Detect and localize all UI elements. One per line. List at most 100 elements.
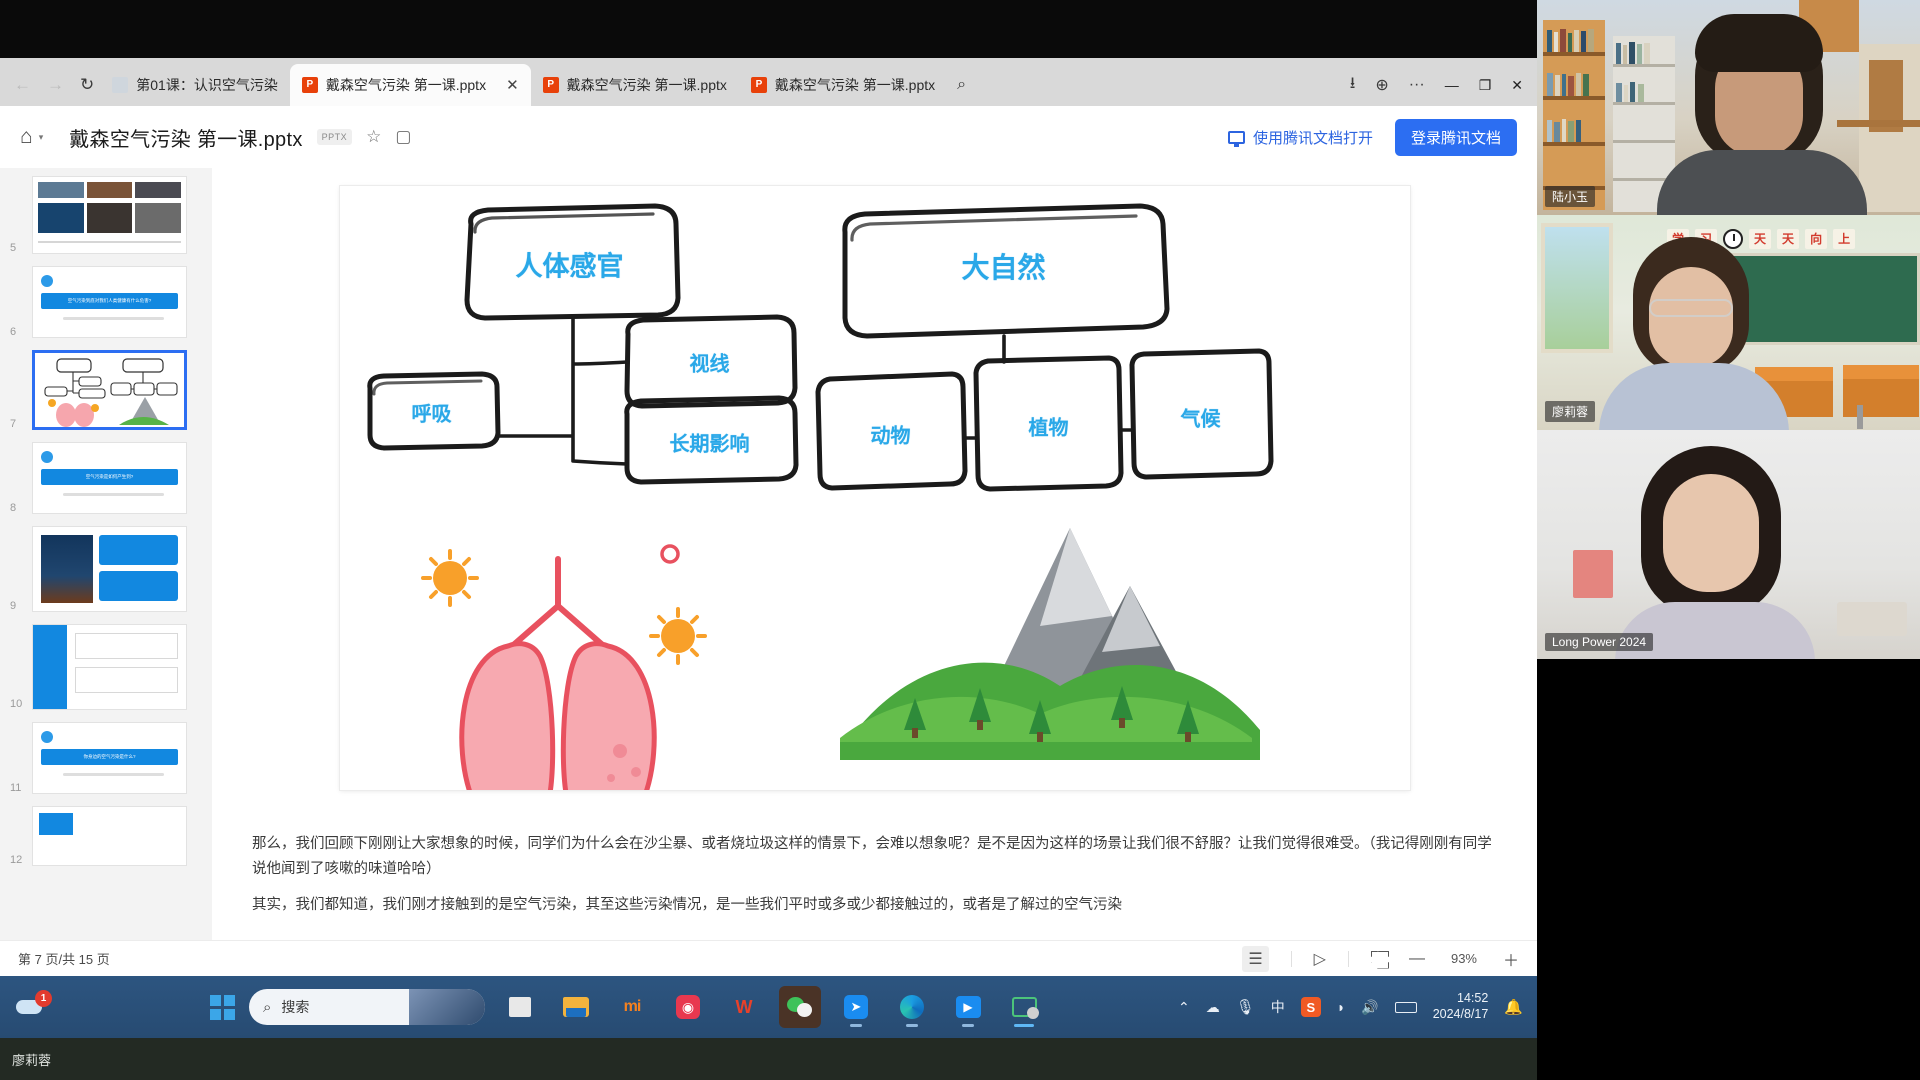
taskbar-app-wechat[interactable] <box>779 986 821 1028</box>
zoom-out-button[interactable]: — <box>1409 950 1425 968</box>
windows-taskbar[interactable]: 1 ⌕ 搜索 mi ◉ W ➤ ▶ ⌃ ☁ 🎙 中 S ◗ 🔊 14:52 20… <box>0 976 1537 1038</box>
slide-node-breathing: 呼吸 <box>411 403 452 426</box>
ime-icon[interactable]: 中 <box>1271 997 1285 1017</box>
taskbar-app-screen-share[interactable] <box>1003 986 1045 1028</box>
reload-icon[interactable]: ↻ <box>80 75 94 95</box>
thumbnail-preview[interactable] <box>32 526 187 612</box>
thumbnail-preview[interactable] <box>32 176 187 254</box>
video-tile-2[interactable]: 学习 天天向上 廖莉蓉 <box>1537 215 1920 430</box>
slide-node-long-term-effect: 长期影响 <box>669 433 750 456</box>
more-options-icon[interactable]: ··· <box>1409 76 1425 94</box>
close-tab-icon[interactable]: ✕ <box>506 76 519 94</box>
thumbnail-preview[interactable]: 空气污染是如何产生到? <box>32 442 187 514</box>
edge-icon <box>900 995 924 1019</box>
thumbnail-item[interactable]: 5 <box>10 176 202 254</box>
note-icon[interactable]: ▢ <box>395 127 411 147</box>
video-tile-3[interactable]: Long Power 2024 <box>1537 430 1920 659</box>
notes-paragraph-1: 那么，我们回顾下刚刚让大家想象的时候，同学们为什么会在沙尘暴、或者烧垃圾这样的情… <box>252 836 1492 878</box>
powerpoint-favicon-icon: P <box>750 77 767 93</box>
play-slideshow-icon[interactable]: ▷ <box>1314 949 1326 969</box>
video-participants-column: 陆小玉 学习 天天向上 <box>1537 0 1920 1080</box>
volume-icon[interactable]: 🔊 <box>1361 999 1378 1016</box>
thumbnail-number: 9 <box>10 600 17 612</box>
document-header: ⌂ ▾ 戴森空气污染 第一课.pptx PPTX ☆ ▢ 使用腾讯文档打开 登录… <box>0 106 1537 168</box>
taskbar-app-mi[interactable]: mi <box>611 986 653 1028</box>
powerpoint-favicon-icon: P <box>542 77 559 93</box>
slide-thumbnail-rail[interactable]: 5 6 空气污染到底对我们人类健康有什么危害? 7 8 空气污染是如何产生到? … <box>0 168 212 940</box>
taskbar-app-file-explorer[interactable] <box>555 986 597 1028</box>
thumbnail-item[interactable]: 9 <box>10 526 202 612</box>
wifi-icon[interactable]: ◗ <box>1337 999 1345 1015</box>
close-window-icon[interactable]: ✕ <box>1511 77 1523 94</box>
thumbnail-item[interactable]: 10 <box>10 624 202 710</box>
login-tencent-docs-button[interactable]: 登录腾讯文档 <box>1394 118 1517 156</box>
thumbnail-item-selected[interactable]: 7 <box>10 350 202 430</box>
cloud-icon[interactable]: ☁ <box>1206 999 1220 1016</box>
thumbnail-item[interactable]: 8 空气污染是如何产生到? <box>10 442 202 514</box>
pane-toggle-icon[interactable]: ☰ <box>1242 945 1269 972</box>
forward-arrow-icon[interactable]: → <box>47 75 64 95</box>
wechat-icon <box>787 995 813 1019</box>
slide-canvas-area[interactable]: 人体感官 视线 呼吸 长期影响 大自然 动物 植物 气候 <box>212 168 1537 818</box>
taskbar-app-edge[interactable] <box>891 986 933 1028</box>
back-arrow-icon[interactable]: ← <box>14 75 31 95</box>
microphone-icon[interactable]: 🎙 <box>1236 998 1255 1016</box>
search-placeholder: 搜索 <box>281 999 310 1015</box>
open-in-tencent-docs-button[interactable]: 使用腾讯文档打开 <box>1227 127 1373 148</box>
tab-search-icon[interactable]: ⌕ <box>957 76 966 94</box>
chevron-down-icon[interactable]: ▾ <box>39 132 44 143</box>
page-title: 戴森空气污染 第一课.pptx <box>69 128 303 151</box>
fit-screen-icon[interactable] <box>1371 951 1387 967</box>
wall-clock-icon <box>1723 229 1744 249</box>
thumbnail-preview[interactable]: 你身边的空气污染是什么? <box>32 722 187 794</box>
sogou-ime-icon[interactable]: S <box>1300 997 1321 1017</box>
thumbnail-preview[interactable]: 空气污染到底对我们人类健康有什么危害? <box>32 266 187 338</box>
tab-title: 戴森空气污染 第一课.pptx <box>325 77 487 93</box>
task-view-icon <box>509 997 531 1017</box>
taskbar-app-quick[interactable]: ➤ <box>835 986 877 1028</box>
participant-name-label: 陆小玉 <box>1545 186 1596 207</box>
taskbar-main[interactable]: ⌕ 搜索 mi ◉ W ➤ ▶ <box>210 986 1045 1028</box>
divider <box>1347 950 1349 967</box>
video-feed-classroom: 学习 天天向上 <box>1537 215 1920 430</box>
taskbar-weather-widget[interactable]: 1 <box>0 990 210 1020</box>
minimize-icon[interactable]: — <box>1445 77 1459 93</box>
taskbar-search-input[interactable]: ⌕ 搜索 <box>249 989 485 1025</box>
start-button-icon[interactable] <box>210 994 235 1020</box>
tray-expand-icon[interactable]: ⌃ <box>1178 999 1190 1016</box>
taskbar-app-task-view[interactable] <box>499 986 541 1028</box>
participant-name-label: 廖莉蓉 <box>1545 401 1596 422</box>
notification-bell-icon[interactable]: 🔔 <box>1504 998 1523 1016</box>
current-slide[interactable]: 人体感官 视线 呼吸 长期影响 大自然 动物 植物 气候 <box>339 186 1410 790</box>
thumbnail-number: 10 <box>10 698 23 710</box>
download-icon[interactable]: ⭳ <box>1350 72 1356 99</box>
browser-tab-4[interactable]: P 戴森空气污染 第一课.pptx <box>739 64 947 106</box>
home-icon[interactable]: ⌂ <box>20 125 33 149</box>
taskbar-clock[interactable]: 14:52 2024/8/17 <box>1433 991 1489 1022</box>
zoom-in-button[interactable]: ＋ <box>1503 947 1519 971</box>
thumbnail-number: 12 <box>10 854 23 866</box>
thumbnail-item[interactable]: 12 <box>10 806 202 866</box>
search-icon: ⌕ <box>263 998 272 1016</box>
thumbnail-item[interactable]: 11 你身边的空气污染是什么? <box>10 722 202 794</box>
taskbar-system-tray[interactable]: ⌃ ☁ 🎙 中 S ◗ 🔊 14:52 2024/8/17 🔔 <box>1178 991 1537 1022</box>
star-icon[interactable]: ☆ <box>366 127 381 147</box>
video-tile-1[interactable]: 陆小玉 <box>1537 0 1920 215</box>
thumbnail-preview[interactable] <box>32 624 187 710</box>
taskbar-app-netease-music[interactable]: ◉ <box>667 986 709 1028</box>
globe-icon[interactable]: ⊕ <box>1375 75 1388 95</box>
weather-icon[interactable]: 1 <box>16 990 52 1020</box>
thumbnail-preview[interactable] <box>32 350 187 430</box>
thumbnail-preview[interactable] <box>32 806 187 866</box>
browser-tabstrip[interactable]: ← → ↻ 第01课：认识空气污染 P 戴森空气污染 第一课.pptx ✕ P … <box>0 58 1537 106</box>
thumbnail-item[interactable]: 6 空气污染到底对我们人类健康有什么危害? <box>10 266 202 338</box>
taskbar-app-meeting[interactable]: ▶ <box>947 986 989 1028</box>
speaker-notes-pane[interactable]: 那么，我们回顾下刚刚让大家想象的时候，同学们为什么会在沙尘暴、或者烧垃圾这样的情… <box>212 818 1537 940</box>
browser-tab-2[interactable]: P 戴森空气污染 第一课.pptx ✕ <box>289 64 531 106</box>
taskbar-app-wps[interactable]: W <box>723 986 765 1028</box>
battery-icon[interactable] <box>1394 1001 1417 1013</box>
thumbnail-question-text: 空气污染是如何产生到? <box>85 474 134 479</box>
maximize-icon[interactable]: ❐ <box>1479 77 1492 94</box>
browser-tab-3[interactable]: P 戴森空气污染 第一课.pptx <box>531 64 739 106</box>
browser-tab-1[interactable]: 第01课：认识空气污染 <box>100 64 290 106</box>
